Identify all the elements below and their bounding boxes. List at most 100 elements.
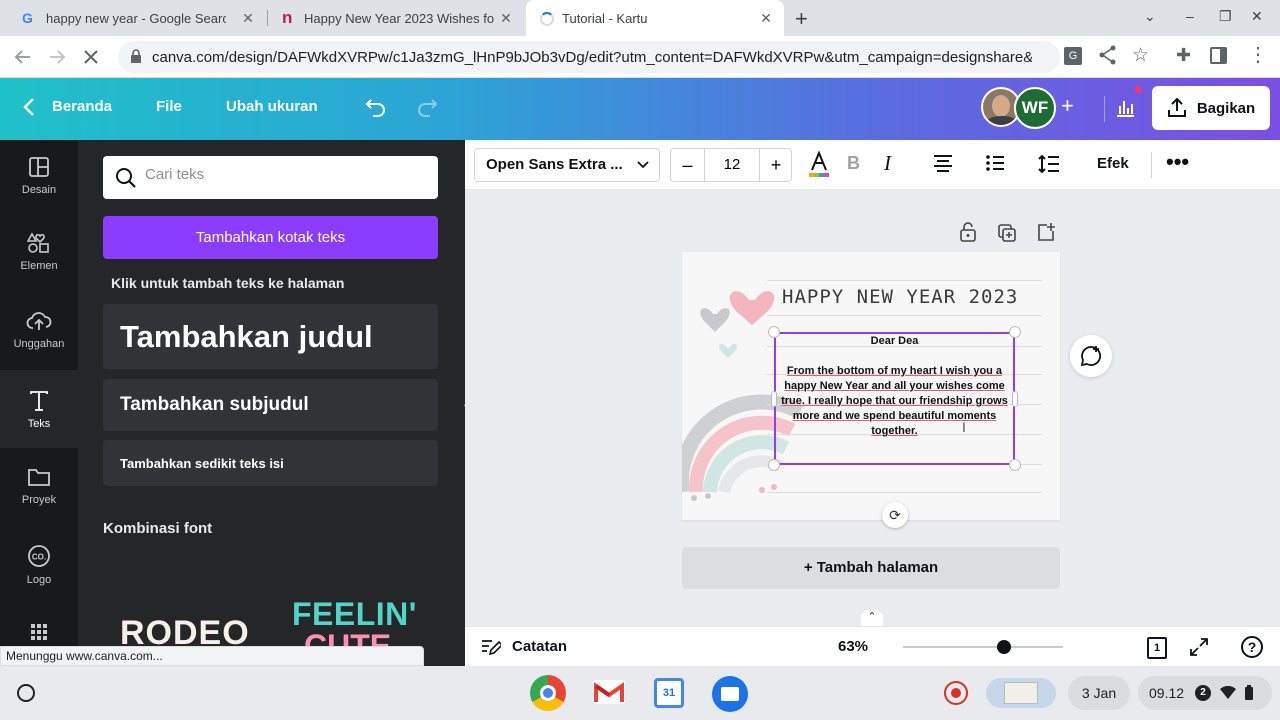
selected-text-box[interactable]: Dear Dea From the bottom of my heart I w… xyxy=(774,332,1015,465)
close-window-icon[interactable]: ✕ xyxy=(1251,8,1263,25)
chevron-left-icon[interactable] xyxy=(22,97,36,117)
list-icon[interactable] xyxy=(985,153,1005,173)
italic-icon[interactable]: I xyxy=(884,151,891,176)
card-message[interactable]: From the bottom of my heart I wish you a… xyxy=(778,364,1011,439)
search-input[interactable] xyxy=(145,166,425,183)
home-link[interactable]: Beranda xyxy=(52,98,112,115)
tab-search-chevron-icon[interactable]: ⌄ xyxy=(1144,8,1156,25)
forward-arrow-icon[interactable] xyxy=(46,46,68,68)
spacing-icon[interactable] xyxy=(1038,153,1060,175)
resize-handle-top-right[interactable] xyxy=(1009,326,1021,338)
add-page-icon[interactable] xyxy=(1036,222,1056,242)
help-icon[interactable]: ? xyxy=(1241,636,1263,658)
browser-status-bar: Menunggu www.canva.com... xyxy=(0,646,424,666)
omnibox[interactable]: canva.com/design/DAFWkdXVRPw/c1Ja3zmG_lH… xyxy=(118,41,1060,73)
share-button[interactable]: Bagikan xyxy=(1152,86,1270,130)
calendar-icon[interactable]: 31 xyxy=(654,678,684,708)
add-subheading-button[interactable]: Tambahkan subjudul xyxy=(103,379,438,431)
notes-icon[interactable] xyxy=(481,638,501,656)
minimize-icon[interactable]: – xyxy=(1186,8,1194,24)
font-family-dropdown[interactable]: Open Sans Extra ... xyxy=(474,148,660,182)
lock-element-icon[interactable] xyxy=(959,222,977,242)
comment-add-icon[interactable] xyxy=(1070,335,1112,377)
tab-close-icon[interactable]: ✕ xyxy=(240,10,256,26)
decrease-size-button[interactable]: – xyxy=(671,149,705,181)
side-panel-icon[interactable] xyxy=(1210,47,1227,64)
extensions-icon[interactable]: ✚ xyxy=(1176,45,1191,66)
resize-handle-top-left[interactable] xyxy=(768,326,780,338)
resize-handle-bottom-left[interactable] xyxy=(768,459,780,471)
card-greeting[interactable]: Dear Dea xyxy=(776,335,1013,347)
launcher-icon[interactable] xyxy=(17,684,35,702)
rail-item-elements[interactable]: Elemen xyxy=(0,232,78,294)
bookmark-star-icon[interactable]: ☆ xyxy=(1132,44,1149,67)
text-search[interactable] xyxy=(103,156,438,199)
text-color-icon[interactable] xyxy=(807,150,831,178)
add-heading-button[interactable]: Tambahkan judul xyxy=(103,304,438,369)
rotate-handle-icon[interactable]: ⟳ xyxy=(882,502,908,528)
resize-handle-left[interactable] xyxy=(771,391,777,407)
tab-close-icon[interactable]: ✕ xyxy=(758,10,774,26)
rail-item-projects[interactable]: Proyek xyxy=(0,466,78,528)
resize-handle-right[interactable] xyxy=(1012,391,1018,407)
stop-loading-icon[interactable] xyxy=(80,46,102,68)
rail-label: Teks xyxy=(27,418,51,430)
undo-icon[interactable] xyxy=(365,97,387,117)
file-menu[interactable]: File xyxy=(156,98,182,115)
share-icon[interactable] xyxy=(1098,44,1118,66)
font-size-value[interactable]: 12 xyxy=(706,149,758,181)
chrome-icon[interactable] xyxy=(530,675,566,711)
chevron-up-icon[interactable]: ⌃ xyxy=(861,610,883,626)
add-page-button[interactable]: + Tambah halaman xyxy=(682,547,1060,589)
card-rule xyxy=(767,280,1042,281)
align-center-icon[interactable] xyxy=(933,153,953,173)
new-tab-button[interactable]: + xyxy=(795,6,808,32)
holding-space-thumbnail[interactable] xyxy=(986,678,1056,708)
back-arrow-icon[interactable] xyxy=(12,46,34,68)
tab-close-icon[interactable]: ✕ xyxy=(498,10,514,26)
tab-google-search[interactable]: G happy new year - Google Search ✕ xyxy=(0,0,266,36)
card-title[interactable]: HAPPY NEW YEAR 2023 xyxy=(782,286,1018,308)
screen-record-icon[interactable] xyxy=(944,681,968,705)
resize-menu[interactable]: Ubah ukuran xyxy=(226,98,318,115)
duplicate-page-icon[interactable] xyxy=(997,223,1017,243)
insights-chart-icon[interactable] xyxy=(1104,96,1142,122)
gmail-icon[interactable] xyxy=(593,680,625,704)
user-avatar-initials[interactable]: WF xyxy=(1014,87,1056,129)
text-panel: Tambahkan kotak teks Klik untuk tambah t… xyxy=(78,140,465,666)
resize-handle-bottom-right[interactable] xyxy=(1009,459,1021,471)
page-count-button[interactable]: 1 xyxy=(1147,637,1167,659)
lock-icon xyxy=(130,49,142,64)
add-collaborator-icon[interactable]: + xyxy=(1061,93,1074,119)
redo-icon[interactable] xyxy=(416,97,438,117)
effects-button[interactable]: Efek xyxy=(1097,155,1129,172)
fullscreen-icon[interactable] xyxy=(1189,637,1209,657)
tab-happy-new-year-wishes[interactable]: n Happy New Year 2023 Wishes fo ✕ xyxy=(268,0,524,36)
font-size-stepper: – 12 + xyxy=(670,148,792,182)
kebab-menu-icon[interactable]: ⋮ xyxy=(1248,42,1268,67)
zoom-slider-thumb[interactable] xyxy=(997,640,1011,654)
files-icon[interactable] xyxy=(712,676,748,712)
add-textbox-button[interactable]: Tambahkan kotak teks xyxy=(103,216,438,259)
maximize-icon[interactable]: ❐ xyxy=(1219,8,1232,25)
tab-tutorial-kartu[interactable]: Tutorial - Kartu ✕ xyxy=(526,0,784,36)
date-display[interactable]: 3 Jan xyxy=(1068,676,1130,710)
font-combo-feelin[interactable]: FEELIN' xyxy=(292,596,417,633)
bold-icon[interactable]: B xyxy=(847,153,860,174)
toolbar-divider xyxy=(1151,152,1152,178)
increase-size-button[interactable]: + xyxy=(759,149,792,181)
rail-item-uploads[interactable]: Unggahan xyxy=(0,310,78,372)
battery-icon xyxy=(1244,685,1254,701)
rail-item-logo[interactable]: CO. Logo xyxy=(0,544,78,606)
zoom-level[interactable]: 63% xyxy=(838,638,868,655)
more-options-icon[interactable]: ••• xyxy=(1166,149,1189,175)
add-body-text-button[interactable]: Tambahkan sedikit teks isi xyxy=(103,440,438,486)
rail-item-design[interactable]: Desain xyxy=(0,156,78,218)
translate-icon[interactable]: G xyxy=(1064,47,1082,65)
card-page[interactable]: HAPPY NEW YEAR 2023 Dear Dea From the bo… xyxy=(682,252,1060,528)
zoom-slider[interactable] xyxy=(903,640,1063,654)
rail-item-text[interactable]: Teks xyxy=(0,370,78,448)
chrome-icon-center xyxy=(540,685,556,701)
system-tray[interactable]: 09.12 2 xyxy=(1138,676,1272,710)
notes-button[interactable]: Catatan xyxy=(512,638,567,655)
